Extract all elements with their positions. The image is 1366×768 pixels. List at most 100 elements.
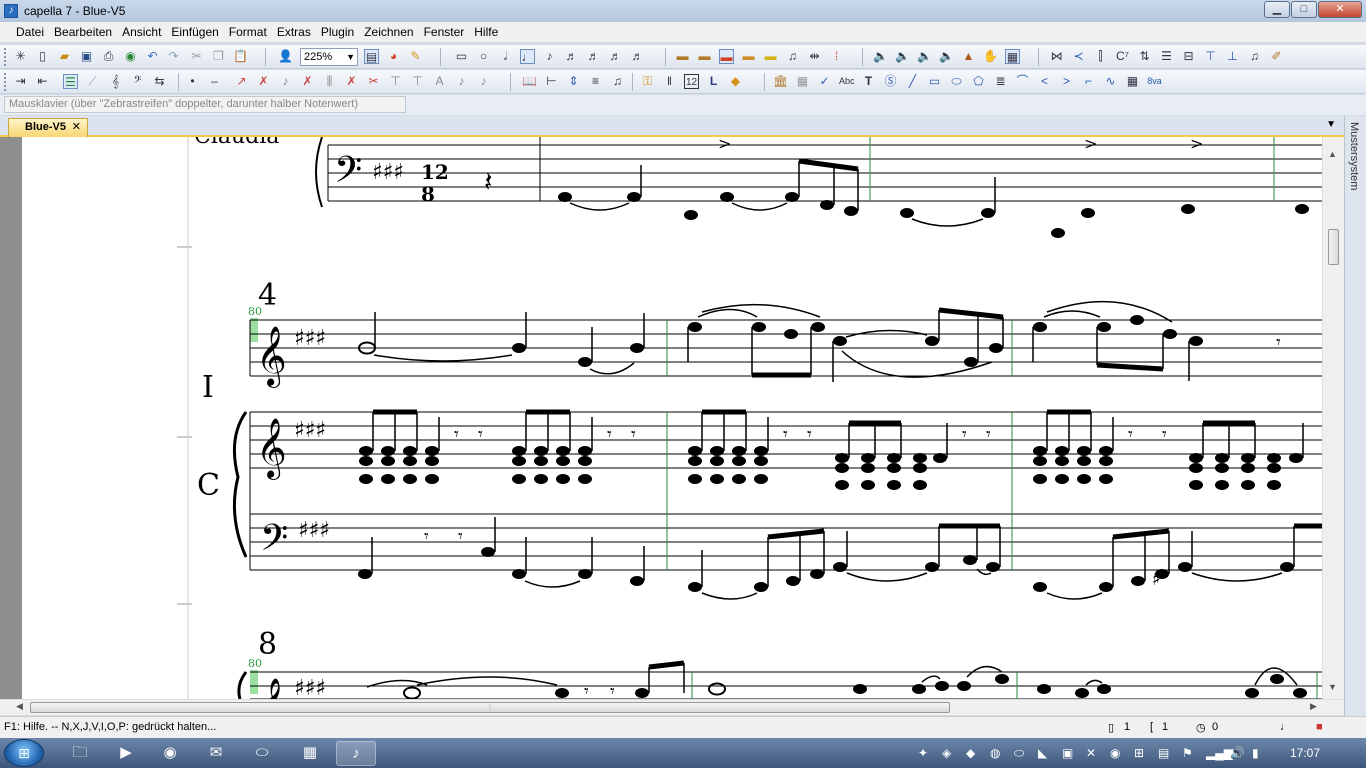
metronome-icon[interactable]: ▲	[961, 49, 976, 64]
tool-note-icon-2[interactable]: ♪	[476, 74, 491, 89]
redo-icon[interactable]: ↷	[166, 49, 181, 64]
key-icon[interactable]: ⚿	[640, 74, 655, 89]
speaker-icon-1[interactable]: 🔈	[873, 49, 888, 64]
spacing-v-icon[interactable]: ⇕	[566, 74, 581, 89]
horizontal-scroll-thumb[interactable]: ⦙	[30, 702, 950, 713]
layout-icon-5[interactable]: ▬	[763, 49, 778, 64]
menu-ansicht[interactable]: Ansicht	[120, 25, 169, 39]
accent-icon-3[interactable]: ♪	[278, 74, 293, 89]
insert-staff-icon[interactable]: ⇥	[13, 74, 28, 89]
library-icon[interactable]: 🏛	[773, 74, 788, 89]
accent-remove-icon-2[interactable]: ✗	[256, 74, 271, 89]
taskbar-clock[interactable]: 17:07	[1290, 746, 1320, 760]
measure-icon[interactable]: ⊢	[544, 74, 559, 89]
book-icon[interactable]: 📖	[522, 74, 537, 89]
tool-icon-8[interactable]: ⊤	[1203, 49, 1218, 64]
tray-icon-10[interactable]: ⊞	[1134, 746, 1144, 760]
tray-icon-14[interactable]: ▮	[1252, 746, 1259, 760]
accent-remove-icon-6[interactable]: ✗	[344, 74, 359, 89]
note-flag-icon[interactable]: ♫	[610, 74, 625, 89]
128th-note-icon[interactable]: ♬	[630, 49, 645, 64]
voice-icon[interactable]: ♫	[785, 49, 800, 64]
open-folder-icon[interactable]: ▰	[57, 49, 72, 64]
scroll-right-icon[interactable]: ▶	[1310, 701, 1317, 712]
copy-icon[interactable]: ❐	[211, 49, 226, 64]
pattern-system-panel[interactable]: Mustersystem	[1344, 116, 1366, 716]
person-icon[interactable]: 👤	[278, 49, 293, 64]
bracket-icon[interactable]: ⌐	[1081, 74, 1096, 89]
ellipse-icon[interactable]: ⬭	[949, 74, 964, 89]
tray-icon-9[interactable]: ◉	[1110, 746, 1120, 760]
flag-tray-icon[interactable]: ⚑	[1182, 746, 1193, 760]
sixteenth-note-icon[interactable]: ♬	[564, 49, 579, 64]
brace-icon[interactable]: ⟋	[85, 74, 100, 89]
minimize-button[interactable]: ▁	[1264, 1, 1290, 18]
pdf-tray-icon[interactable]: ◣	[1038, 746, 1047, 760]
dash-icon[interactable]: –	[207, 74, 222, 89]
tab-menu-icon[interactable]: ▼	[1326, 119, 1336, 130]
scroll-up-icon[interactable]: ▲	[1328, 149, 1337, 159]
dot-icon[interactable]: •	[185, 74, 200, 89]
zoom-select[interactable]: 225% ▼	[300, 48, 358, 66]
playback-icon[interactable]: ▦	[1005, 49, 1020, 64]
eighth-note-icon[interactable]: ♪	[542, 49, 557, 64]
chrome-task-icon[interactable]: ◉	[150, 741, 190, 766]
save-icon[interactable]: ▣	[79, 49, 94, 64]
cut-icon[interactable]: ✂	[189, 49, 204, 64]
menu-einfuegen[interactable]: Einfügen	[169, 25, 226, 39]
menu-plugin[interactable]: Plugin	[319, 25, 362, 39]
whole-note-icon[interactable]: ○	[476, 49, 491, 64]
half-note-icon[interactable]: 𝅗𝅥	[498, 49, 513, 64]
number-12-icon[interactable]: 12	[684, 74, 699, 89]
scissors-icon[interactable]: ✂	[366, 74, 381, 89]
tray-icon-2[interactable]: ◈	[942, 746, 951, 760]
menu-bearbeiten[interactable]: Bearbeiten	[52, 25, 120, 39]
bass-clef-icon[interactable]: 𝄢	[130, 74, 145, 89]
page-view-icon[interactable]: ▤	[364, 49, 379, 64]
tray-icon-8[interactable]: ✕	[1086, 746, 1096, 760]
hand-icon[interactable]: ✋	[983, 49, 998, 64]
maximize-button[interactable]: □	[1291, 1, 1317, 18]
document-tab[interactable]: Blue-V5 ✕	[8, 118, 88, 137]
menu-extras[interactable]: Extras	[275, 25, 319, 39]
layout-icon-4[interactable]: ▬	[741, 49, 756, 64]
scroll-left-icon[interactable]: ◀	[16, 701, 23, 712]
accent-remove-icon-1[interactable]: ↗	[234, 74, 249, 89]
dropbox-tray-icon[interactable]: ◆	[966, 746, 975, 760]
vertical-scrollbar[interactable]: ▲ ▼	[1322, 137, 1344, 699]
symbol-icon[interactable]: Ⓢ	[883, 74, 898, 89]
speaker-icon-4[interactable]: 🔈	[939, 49, 954, 64]
menu-hilfe[interactable]: Hilfe	[472, 25, 506, 39]
tool-icon-5[interactable]: ⇅	[1137, 49, 1152, 64]
menu-fenster[interactable]: Fenster	[422, 25, 473, 39]
rectangle-icon[interactable]: ▭	[927, 74, 942, 89]
quarter-note-icon[interactable]: ♩	[520, 49, 535, 64]
layout-icon-2[interactable]: ▬	[697, 49, 712, 64]
tray-icon-5[interactable]: ⬭	[1014, 746, 1024, 761]
tray-icon-7[interactable]: ▣	[1062, 746, 1073, 760]
slur-icon[interactable]: ⌒	[1015, 74, 1030, 89]
32nd-note-icon[interactable]: ♬	[586, 49, 601, 64]
align-icon[interactable]: ≡	[588, 74, 603, 89]
toolbar-grip-2[interactable]	[4, 73, 8, 91]
scroll-down-icon[interactable]: ▼	[1328, 682, 1337, 692]
calculator-task-icon[interactable]: ▦	[290, 741, 330, 766]
undo-icon[interactable]: ↶	[145, 49, 160, 64]
tool-icon-9[interactable]: ⊥	[1225, 49, 1240, 64]
close-tab-icon[interactable]: ✕	[72, 119, 81, 136]
network-tray-icon[interactable]: ▂▄▆	[1206, 746, 1233, 760]
tool-icon-2[interactable]: ≺	[1071, 49, 1086, 64]
speaker-icon-2[interactable]: 🔈	[895, 49, 910, 64]
close-button[interactable]: ✕	[1318, 1, 1362, 18]
text-icon[interactable]: T	[861, 74, 876, 89]
tray-icon-1[interactable]: ✦	[918, 746, 928, 760]
menu-format[interactable]: Format	[227, 25, 275, 39]
tool-icon-3[interactable]: ⫿	[1093, 49, 1108, 64]
staff-layout-icon[interactable]: ☰	[63, 74, 78, 89]
tool-a-icon[interactable]: A	[432, 74, 447, 89]
capella-task-icon[interactable]: ♪	[336, 741, 376, 766]
breve-note-icon[interactable]: ▭	[454, 49, 469, 64]
checkmark-icon[interactable]: ✓	[817, 74, 832, 89]
layout-icon-1[interactable]: ▬	[675, 49, 690, 64]
new-file-icon[interactable]: ▯	[35, 49, 50, 64]
